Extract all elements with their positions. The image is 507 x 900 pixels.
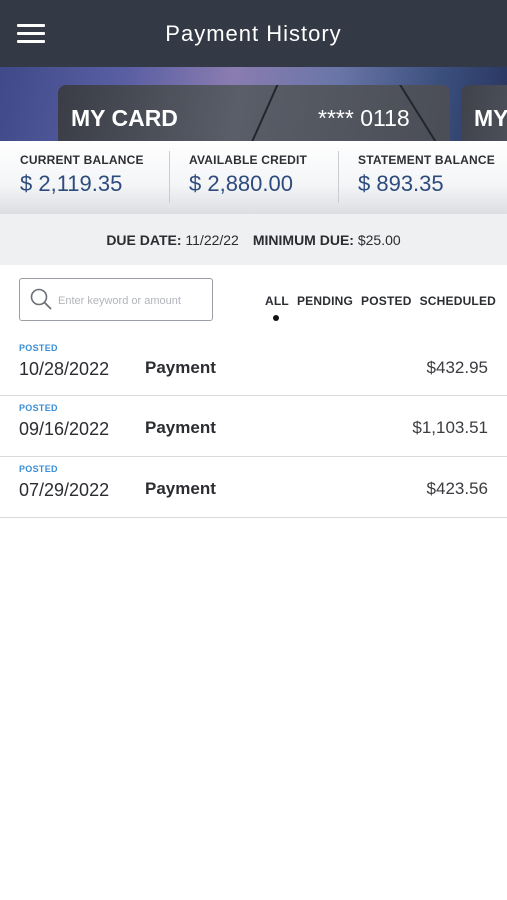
card-carousel[interactable]: MY CARD **** 0118 MY [0, 67, 507, 141]
filter-tabs: ALL PENDING POSTED SCHEDULED [265, 294, 496, 321]
status-badge: POSTED [19, 464, 58, 474]
balance-label: STATEMENT BALANCE [358, 153, 495, 167]
card-name: MY [474, 105, 507, 131]
transaction-row[interactable]: POSTED 10/28/2022 Payment $432.95 [0, 336, 507, 396]
search-icon [30, 288, 52, 310]
filter-label: POSTED [361, 294, 412, 308]
page-title: Payment History [165, 20, 342, 46]
card-name: MY CARD [71, 105, 178, 131]
transaction-date: 07/29/2022 [19, 480, 110, 500]
transaction-description: Payment [145, 479, 216, 498]
statement-balance: STATEMENT BALANCE $ 893.35 [338, 141, 507, 214]
balance-value: $ 893.35 [358, 171, 444, 196]
filter-label: ALL [265, 294, 289, 308]
transaction-amount: $432.95 [426, 358, 488, 377]
filter-pending[interactable]: PENDING [297, 294, 353, 308]
transaction-description: Payment [145, 358, 216, 377]
card-my-card[interactable]: MY CARD **** 0118 [58, 85, 450, 141]
balance-value: $ 2,880.00 [189, 171, 293, 196]
status-badge: POSTED [19, 343, 58, 353]
balance-summary: CURRENT BALANCE $ 2,119.35 AVAILABLE CRE… [0, 141, 507, 214]
transaction-row[interactable]: POSTED 07/29/2022 Payment $423.56 [0, 457, 507, 518]
active-indicator [273, 315, 279, 321]
status-badge: POSTED [19, 403, 58, 413]
card-divider [246, 85, 282, 141]
transaction-list: POSTED 10/28/2022 Payment $432.95 POSTED… [0, 336, 507, 518]
due-date-value: 11/22/22 [185, 231, 239, 248]
app-header: Payment History [0, 0, 507, 67]
filter-all[interactable]: ALL [265, 294, 289, 321]
filter-label: PENDING [296, 294, 354, 308]
filter-label: SCHEDULED [419, 294, 497, 308]
hamburger-menu-icon[interactable] [17, 24, 45, 44]
filter-posted[interactable]: POSTED [361, 294, 412, 308]
minimum-due-label: MINIMUM DUE: [252, 231, 354, 248]
balance-value: $ 2,119.35 [20, 171, 123, 196]
available-credit: AVAILABLE CREDIT $ 2,880.00 [169, 141, 338, 214]
transaction-amount: $423.56 [426, 479, 488, 498]
balance-label: CURRENT BALANCE [20, 153, 144, 167]
transaction-amount: $1,103.51 [412, 418, 488, 437]
minimum-due-value: $25.00 [357, 231, 401, 248]
search-input[interactable] [56, 289, 210, 313]
card-number: **** 0118 [318, 105, 410, 131]
current-balance: CURRENT BALANCE $ 2,119.35 [0, 141, 169, 214]
transaction-description: Payment [145, 418, 216, 437]
card-next[interactable]: MY [461, 85, 507, 141]
transaction-row[interactable]: POSTED 09/16/2022 Payment $1,103.51 [0, 396, 507, 457]
balance-label: AVAILABLE CREDIT [189, 153, 308, 167]
search-box[interactable] [19, 278, 213, 321]
filter-scheduled[interactable]: SCHEDULED [420, 294, 496, 308]
due-info-bar: DUE DATE: 11/22/22 MINIMUM DUE: $25.00 [0, 214, 507, 265]
transaction-date: 09/16/2022 [19, 419, 110, 439]
due-date-label: DUE DATE: [106, 231, 182, 248]
transaction-date: 10/28/2022 [19, 359, 110, 379]
